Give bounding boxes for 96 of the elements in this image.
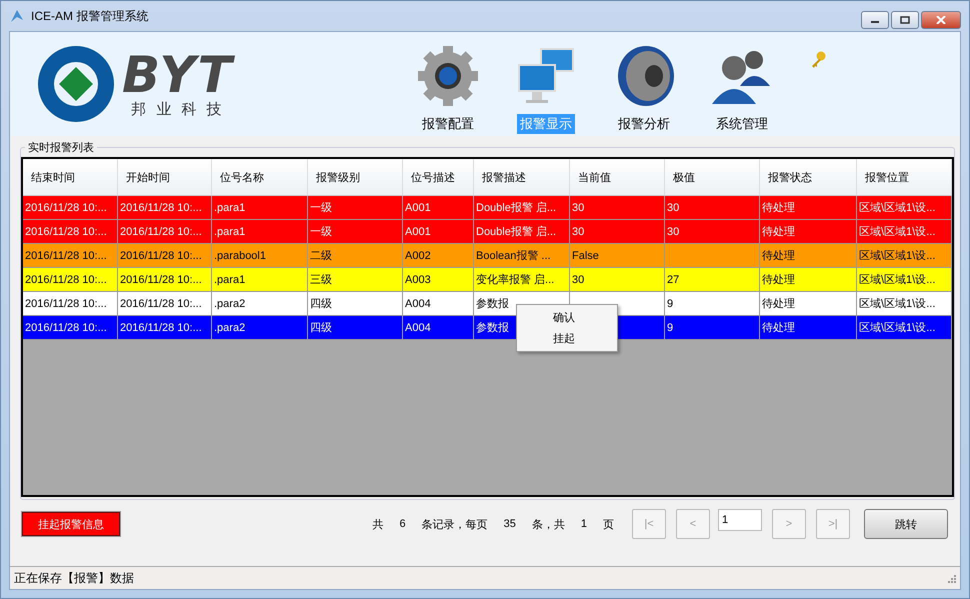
column-header[interactable]: 报警级别 bbox=[308, 159, 403, 195]
column-header[interactable]: 开始时间 bbox=[118, 159, 212, 195]
column-header[interactable]: 位号描述 bbox=[403, 159, 474, 195]
table-cell: .para1 bbox=[212, 196, 308, 219]
table-cell: 待处理 bbox=[760, 196, 857, 219]
pager-text: 共 bbox=[372, 518, 384, 532]
pager-text: 条，共 bbox=[532, 518, 565, 532]
nav-tab[interactable]: 报警分析 bbox=[615, 114, 673, 134]
table-cell: .para1 bbox=[212, 220, 308, 243]
column-header[interactable]: 报警描述 bbox=[474, 159, 570, 195]
table-cell: 2016/11/28 10:... bbox=[23, 244, 118, 267]
table-cell: 9 bbox=[665, 292, 760, 315]
page-input-field[interactable]: 1 bbox=[718, 509, 762, 531]
window-title: ICE-AM 报警管理系统 bbox=[31, 8, 148, 24]
suspend-alarm-button[interactable]: 挂起报警信息 bbox=[22, 512, 120, 536]
table-row[interactable]: 2016/11/28 10:... 2016/11/28 10:... .para1 三级 A003 变化率报警 启... 30 27 待处理 区域\区域1\设... bbox=[23, 268, 952, 292]
column-header[interactable]: 极值 bbox=[665, 159, 760, 195]
pager-text: 6 bbox=[400, 518, 406, 530]
table-cell: 区域\区域1\设... bbox=[857, 196, 952, 219]
table-cell: 四级 bbox=[308, 292, 403, 315]
table-cell: 待处理 bbox=[760, 244, 857, 267]
table-cell: 二级 bbox=[308, 244, 403, 267]
table-cell: Double报警 启... bbox=[474, 220, 570, 243]
table-cell: 区域\区域1\设... bbox=[857, 244, 952, 267]
table-cell: A003 bbox=[403, 268, 474, 291]
table-cell: Boolean报警 ... bbox=[474, 244, 570, 267]
table-cell: 一级 bbox=[308, 220, 403, 243]
table-cell: A004 bbox=[403, 316, 474, 339]
table-cell: A004 bbox=[403, 292, 474, 315]
table-cell: 30 bbox=[570, 220, 665, 243]
pager-text: 1 bbox=[580, 518, 587, 530]
table-cell: 30 bbox=[570, 196, 665, 219]
minimize-button[interactable] bbox=[861, 11, 889, 29]
resize-grip-icon[interactable] bbox=[946, 573, 956, 583]
column-header[interactable]: 结束时间 bbox=[23, 159, 118, 195]
column-header[interactable]: 报警状态 bbox=[760, 159, 857, 195]
table-cell: 变化率报警 启... bbox=[474, 268, 570, 291]
column-header[interactable]: 位号名称 bbox=[212, 159, 308, 195]
nav-tab[interactable]: 系统管理 bbox=[713, 114, 771, 134]
table-cell: A002 bbox=[403, 244, 474, 267]
table-cell: False bbox=[570, 244, 665, 267]
table-cell: 9 bbox=[665, 316, 760, 339]
table-cell: 2016/11/28 10:... bbox=[23, 268, 118, 291]
app-icon bbox=[9, 8, 25, 24]
table-cell: 27 bbox=[665, 268, 760, 291]
table-cell: 待处理 bbox=[760, 268, 857, 291]
table-cell: .para2 bbox=[212, 316, 308, 339]
table-row[interactable]: 2016/11/28 10:... 2016/11/28 10:... .parabool1 二级 A002 Boolean报警 ... False 待处理 区域\区域1\设... bbox=[23, 244, 952, 268]
table-cell: 待处理 bbox=[760, 220, 857, 243]
table-cell: 30 bbox=[570, 268, 665, 291]
table-cell: 一级 bbox=[308, 196, 403, 219]
close-button[interactable] bbox=[921, 11, 961, 29]
logo-icon bbox=[36, 44, 116, 124]
nav-tab[interactable]: 报警配置 bbox=[419, 114, 477, 134]
table-cell: 30 bbox=[665, 220, 760, 243]
table-cell: 待处理 bbox=[760, 292, 857, 315]
table-cell: 四级 bbox=[308, 316, 403, 339]
table-cell: 2016/11/28 10:... bbox=[23, 196, 118, 219]
column-header[interactable]: 当前值 bbox=[570, 159, 665, 195]
table-cell: 待处理 bbox=[760, 316, 857, 339]
gear-icon[interactable] bbox=[416, 44, 480, 108]
pager-text: 页 bbox=[603, 518, 614, 532]
table-cell: 2016/11/28 10:... bbox=[23, 316, 118, 339]
table-cell: 区域\区域1\设... bbox=[857, 220, 952, 243]
table-cell: 区域\区域1\设... bbox=[857, 316, 952, 339]
table-cell: 2016/11/28 10:... bbox=[23, 292, 118, 315]
table-cell: Double报警 启... bbox=[474, 196, 570, 219]
table-cell: 三级 bbox=[308, 268, 403, 291]
table-cell: 区域\区域1\设... bbox=[857, 292, 952, 315]
table-cell: .parabool1 bbox=[212, 244, 308, 267]
table-cell: A001 bbox=[403, 196, 474, 219]
pager-text: 35 bbox=[504, 518, 516, 530]
logo-subtitle: 邦 业 科 技 bbox=[131, 100, 225, 118]
table-cell: A001 bbox=[403, 220, 474, 243]
maximize-icon bbox=[900, 16, 910, 24]
table-cell: 30 bbox=[665, 196, 760, 219]
column-header[interactable]: 报警位置 bbox=[857, 159, 952, 195]
table-cell: 2016/11/28 10:... bbox=[118, 268, 212, 291]
jump-button[interactable]: 跳转 bbox=[864, 509, 948, 539]
table-cell: 2016/11/28 10:... bbox=[118, 292, 212, 315]
maximize-button[interactable] bbox=[891, 11, 919, 29]
table-row[interactable]: 2016/11/28 10:... 2016/11/28 10:... .para1 一级 A001 Double报警 启... 30 30 待处理 区域\区域1\设... bbox=[23, 220, 952, 244]
status-text: 正在保存【报警】数据 bbox=[14, 570, 134, 586]
table-row[interactable]: 2016/11/28 10:... 2016/11/28 10:... .para1 一级 A001 Double报警 启... 30 30 待处理 区域\区域1\设... bbox=[23, 196, 952, 220]
table-cell: .para1 bbox=[212, 268, 308, 291]
table-cell: 2016/11/28 10:... bbox=[23, 220, 118, 243]
close-icon bbox=[936, 16, 946, 24]
panel-title: 实时报警列表 bbox=[27, 140, 95, 155]
table-cell: 2016/11/28 10:... bbox=[118, 316, 212, 339]
table-cell: 2016/11/28 10:... bbox=[118, 220, 212, 243]
table-cell: 2016/11/28 10:... bbox=[118, 196, 212, 219]
table-cell: .para2 bbox=[212, 292, 308, 315]
table-cell: 区域\区域1\设... bbox=[857, 268, 952, 291]
logo-name: BYT bbox=[122, 50, 234, 100]
table-cell: 2016/11/28 10:... bbox=[118, 244, 212, 267]
pager-text: 条记录，每页 bbox=[422, 518, 488, 532]
